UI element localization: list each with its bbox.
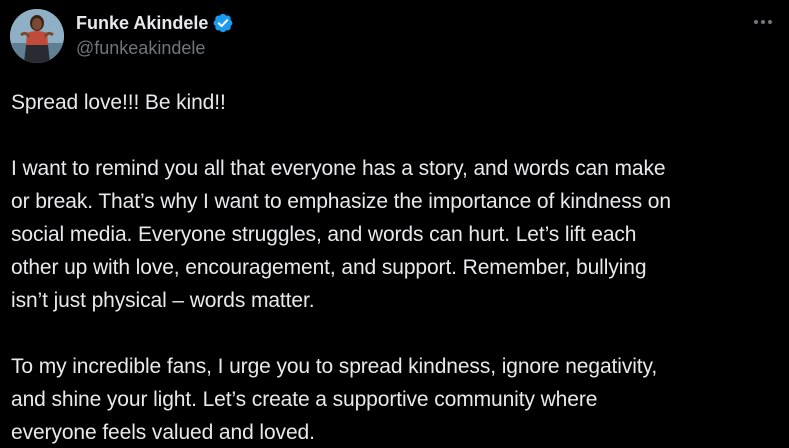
tweet-para2-line: other up with love, encouragement, and s…: [11, 256, 647, 279]
tweet-para2-line: social media. Everyone struggles, and wo…: [11, 223, 637, 246]
author-handle[interactable]: @funkeakindele: [76, 35, 234, 61]
tweet-text: Spread love!!! Be kind!! I want to remin…: [11, 86, 781, 448]
avatar[interactable]: [10, 9, 64, 63]
tweet-para2-line: isn’t just physical – words matter.: [11, 289, 315, 312]
more-options-icon[interactable]: [749, 10, 777, 34]
name-row: Funke Akindele: [76, 11, 234, 35]
tweet-para3-line: To my incredible fans, I urge you to spr…: [11, 355, 658, 378]
author-names: Funke Akindele @funkeakindele: [76, 11, 234, 61]
tweet-para3-line: everyone feels valued and loved.: [11, 421, 315, 444]
tweet-line-1: Spread love!!! Be kind!!: [11, 91, 226, 114]
tweet-header: Funke Akindele @funkeakindele: [10, 9, 234, 65]
tweet-para2-line: or break. That’s why I want to emphasize…: [11, 190, 671, 213]
display-name[interactable]: Funke Akindele: [76, 11, 208, 35]
tweet-para2-line: I want to remind you all that everyone h…: [11, 157, 666, 180]
dot: [754, 20, 758, 24]
tweet-para3-line: and shine your light. Let’s create a sup…: [11, 388, 598, 411]
verified-badge-icon[interactable]: [212, 12, 234, 34]
tweet-card: Funke Akindele @funkeakindele Spread lov…: [0, 0, 789, 448]
dot: [761, 20, 765, 24]
avatar-image: [10, 9, 64, 63]
dot: [768, 20, 772, 24]
